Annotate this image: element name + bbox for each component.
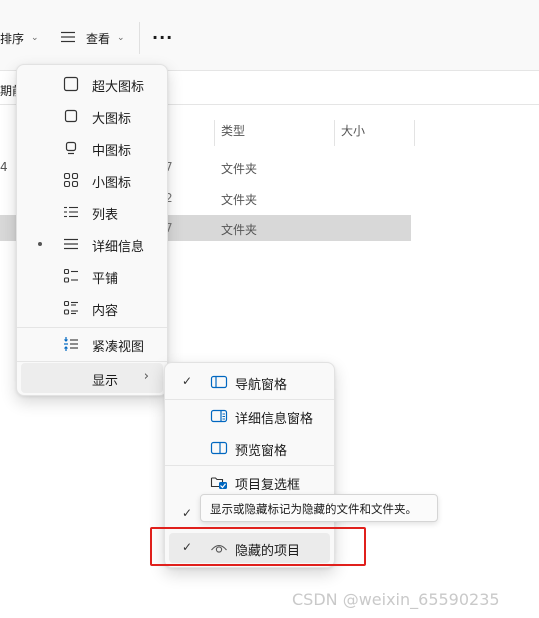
menu-item-compact-view[interactable]: 紧凑视图 (21, 329, 163, 359)
menu-item-label: 紧凑视图 (92, 340, 145, 355)
toolbar-divider (139, 22, 140, 54)
navigation-pane-icon (210, 374, 228, 390)
menu-item-label: 详细信息 (92, 240, 145, 255)
small-icons-icon (63, 172, 79, 188)
menu-item-label: 导航窗格 (235, 378, 288, 393)
menu-item-label: 列表 (92, 208, 119, 223)
menu-item-extra-large-icons[interactable]: 超大图标 (21, 69, 163, 99)
chevron-right-icon: › (143, 369, 149, 384)
menu-divider (165, 399, 334, 400)
menu-item-label: 内容 (92, 304, 119, 319)
checkmark-icon: ✓ (182, 506, 193, 520)
menu-divider (17, 361, 167, 362)
menu-item-medium-icons[interactable]: 中图标 (21, 133, 163, 163)
selected-bullet-icon (38, 242, 42, 246)
view-menu: 超大图标 大图标 中图标 小图标 列表 详细信息 平铺 内容 紧凑视图 显示 › (16, 64, 168, 396)
menu-item-label: 超大图标 (92, 80, 145, 95)
column-divider[interactable] (214, 120, 215, 146)
column-header-type[interactable]: 类型 (221, 122, 245, 139)
view-label: 查看 (86, 31, 111, 46)
row-name-fragment: 4 (0, 160, 8, 174)
menu-item-preview-pane[interactable]: 预览窗格 (169, 433, 330, 463)
checkmark-icon: ✓ (182, 374, 193, 388)
view-icon (60, 31, 76, 46)
watermark: CSDN @weixin_65590235 (292, 590, 500, 609)
menu-item-large-icons[interactable]: 大图标 (21, 101, 163, 131)
menu-item-label: 大图标 (92, 112, 132, 127)
row-type: 文件夹 (221, 162, 258, 176)
menu-item-list[interactable]: 列表 (21, 197, 163, 227)
column-divider[interactable] (414, 120, 415, 146)
details-icon (63, 236, 79, 252)
row-type: 文件夹 (221, 193, 258, 207)
row-type: 文件夹 (221, 223, 258, 237)
command-bar: 排序 ⌄ 查看 ⌄ ··· (0, 0, 539, 71)
medium-icons-icon (63, 140, 79, 156)
list-icon (63, 204, 79, 220)
more-options-button[interactable]: ··· (152, 28, 173, 47)
view-button[interactable]: 查看 ⌄ (60, 28, 125, 48)
preview-pane-icon (210, 440, 228, 456)
menu-item-content[interactable]: 内容 (21, 293, 163, 323)
column-divider[interactable] (334, 120, 335, 146)
menu-item-label: 中图标 (92, 144, 132, 159)
menu-item-item-checkboxes[interactable]: 项目复选框 (169, 467, 330, 497)
menu-item-label: 小图标 (92, 176, 132, 191)
sort-button[interactable]: 排序 ⌄ (0, 28, 39, 48)
content-icon (63, 300, 79, 316)
menu-divider (165, 465, 334, 466)
large-icons-icon (63, 108, 79, 124)
menu-divider (17, 327, 167, 328)
menu-item-small-icons[interactable]: 小图标 (21, 165, 163, 195)
menu-item-label: 详细信息窗格 (235, 412, 314, 427)
menu-item-label: 项目复选框 (235, 478, 301, 493)
column-header-size[interactable]: 大小 (341, 122, 365, 139)
menu-item-show[interactable]: 显示 › (21, 363, 163, 393)
chevron-down-icon: ⌄ (117, 33, 125, 43)
tooltip-text: 显示或隐藏标记为隐藏的文件和文件夹。 (210, 502, 417, 516)
compact-view-icon (63, 336, 79, 352)
menu-item-tiles[interactable]: 平铺 (21, 261, 163, 291)
sort-label: 排序 (0, 31, 25, 46)
details-pane-icon (210, 408, 228, 424)
tooltip: 显示或隐藏标记为隐藏的文件和文件夹。 (200, 494, 438, 522)
menu-item-label: 显示 (92, 374, 119, 389)
menu-item-label: 预览窗格 (235, 444, 288, 459)
menu-item-details[interactable]: 详细信息 (21, 229, 163, 259)
menu-item-label: 平铺 (92, 272, 119, 287)
tiles-icon (63, 268, 79, 284)
menu-item-details-pane[interactable]: 详细信息窗格 (169, 401, 330, 431)
item-checkbox-icon (210, 474, 228, 490)
annotation-highlight-box (150, 527, 366, 566)
extra-large-icons-icon (63, 76, 79, 92)
menu-item-navigation-pane[interactable]: ✓ 导航窗格 (169, 367, 330, 397)
chevron-down-icon: ⌄ (31, 33, 39, 43)
